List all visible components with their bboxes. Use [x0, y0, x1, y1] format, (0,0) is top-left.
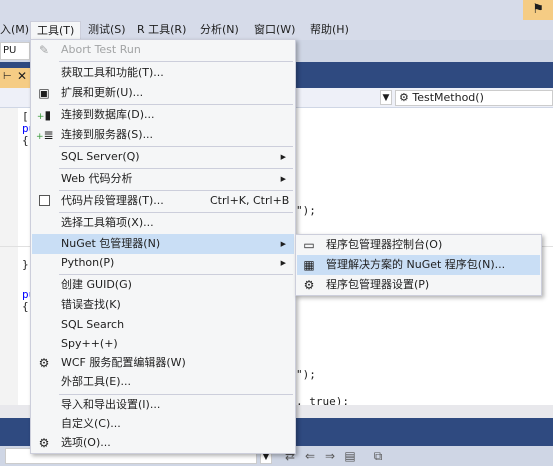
menu-item-label: 外部工具(E)...	[61, 375, 132, 388]
clear-all-icon[interactable]: ▤	[342, 447, 358, 465]
menu-item-label: Python(P)	[61, 256, 115, 269]
menu-item-label: Spy++(+)	[61, 337, 118, 350]
menu-item-shortcut: Ctrl+K, Ctrl+B	[210, 194, 290, 207]
menu-item-wcf-config-editor[interactable]: ⚙ WCF 服务配置编辑器(W)	[32, 353, 294, 373]
console-icon: ▭	[303, 238, 315, 252]
platform-combo[interactable]: PU	[0, 42, 30, 60]
menu-item-options[interactable]: ⚙ 选项(O)...	[32, 433, 294, 453]
word-wrap-icon[interactable]: ⧉	[370, 447, 386, 465]
member-dropdown-label: TestMethod()	[412, 91, 484, 104]
menu-item-label: SQL Search	[61, 318, 125, 331]
menu-item-snippet-manager[interactable]: 代码片段管理器(T)... Ctrl+K, Ctrl+B	[32, 191, 294, 211]
menu-window[interactable]: 窗口(W)	[248, 21, 301, 39]
code-line: ");	[296, 204, 316, 217]
wcf-gear-icon: ⚙	[38, 356, 50, 370]
menu-item-choose-toolbox-items[interactable]: 选择工具箱项(X)...	[32, 213, 294, 233]
submenu-arrow-icon: ▶	[280, 153, 286, 161]
package-icon: ▦	[303, 258, 315, 272]
menu-item-create-guid[interactable]: 创建 GUID(G)	[32, 275, 294, 295]
menu-item-python[interactable]: Python(P) ▶	[32, 253, 294, 273]
code-line: {	[22, 300, 29, 313]
menu-r-tools[interactable]: R 工具(R)	[131, 21, 192, 39]
submenu-item-label: 管理解决方案的 NuGet 程序包(N)...	[326, 258, 506, 271]
close-icon[interactable]: ✕	[17, 69, 27, 83]
menu-item-label: NuGet 包管理器(N)	[61, 237, 161, 250]
menu-item-label: Abort Test Run	[61, 43, 141, 56]
code-line: ");	[296, 368, 316, 381]
menu-help[interactable]: 帮助(H)	[304, 21, 355, 39]
editor-gutter	[0, 108, 18, 418]
active-document-tab[interactable]: ⊢ ✕	[0, 68, 32, 88]
menu-item-web-code-analysis[interactable]: Web 代码分析 ▶	[32, 169, 294, 189]
member-dropdown[interactable]: ⚙ TestMethod()	[395, 90, 553, 106]
submenu-item-manage-nuget-packages[interactable]: ▦ 管理解决方案的 NuGet 程序包(N)...	[297, 255, 540, 275]
submenu-item-label: 程序包管理器控制台(O)	[326, 238, 443, 251]
previous-message-icon[interactable]: ⇐	[302, 447, 318, 465]
flag-icon[interactable]: ⚑	[532, 2, 544, 17]
submenu-item-label: 程序包管理器设置(P)	[326, 278, 430, 291]
pin-icon[interactable]: ⊢	[3, 71, 12, 82]
submenu-arrow-icon: ▶	[280, 259, 286, 267]
menu-item-spy[interactable]: Spy++(+)	[32, 334, 294, 354]
nuget-submenu: ▭ 程序包管理器控制台(O) ▦ 管理解决方案的 NuGet 程序包(N)...…	[295, 234, 542, 296]
menu-tools[interactable]: 工具(T)	[30, 21, 82, 39]
menu-item-label: 连接到服务器(S)...	[61, 128, 154, 141]
menu-item-customize[interactable]: 自定义(C)...	[32, 414, 294, 434]
menu-analyze[interactable]: 分析(N)	[194, 21, 245, 39]
extensions-icon: ▣	[38, 86, 50, 100]
menu-item-sql-search[interactable]: SQL Search	[32, 315, 294, 335]
menu-item-label: Web 代码分析	[61, 172, 133, 185]
menu-item-label: 选择工具箱项(X)...	[61, 216, 154, 229]
menu-separator	[59, 61, 293, 62]
next-message-icon[interactable]: ⇒	[322, 447, 338, 465]
submenu-arrow-icon: ▶	[280, 175, 286, 183]
settings-gear-icon: ⚙	[303, 278, 315, 292]
menu-item-label: 自定义(C)...	[61, 417, 121, 430]
menu-item-label: WCF 服务配置编辑器(W)	[61, 356, 186, 369]
method-icon: ⚙	[399, 91, 409, 104]
menu-item-connect-database[interactable]: +▮ 连接到数据库(D)...	[32, 105, 294, 125]
menu-item-abort-test-run[interactable]: ✎ Abort Test Run	[32, 40, 294, 60]
menu-item-error-lookup[interactable]: 错误查找(K)	[32, 295, 294, 315]
menu-item-label: 创建 GUID(G)	[61, 278, 132, 291]
menu-test[interactable]: 测试(S)	[82, 21, 132, 39]
menu-item-label: 代码片段管理器(T)...	[61, 194, 164, 207]
menu-item-label: 获取工具和功能(T)...	[61, 66, 164, 79]
submenu-arrow-icon: ▶	[280, 240, 286, 248]
menu-item-import-export-settings[interactable]: 导入和导出设置(I)...	[32, 395, 294, 415]
menu-item-label: 连接到数据库(D)...	[61, 108, 155, 121]
menu-item-label: 扩展和更新(U)...	[61, 86, 144, 99]
menu-item-label: 错误查找(K)	[61, 298, 121, 311]
database-connect-icon: +▮	[36, 108, 52, 122]
code-line: {	[22, 134, 29, 147]
submenu-item-package-manager-console[interactable]: ▭ 程序包管理器控制台(O)	[297, 235, 540, 255]
checkbox-icon	[36, 193, 52, 209]
options-gear-icon: ⚙	[38, 436, 50, 450]
menu-item-get-tools[interactable]: 获取工具和功能(T)...	[32, 63, 294, 83]
abort-icon: ✎	[38, 43, 50, 57]
menu-item-external-tools[interactable]: 外部工具(E)...	[32, 372, 294, 392]
menu-item-connect-server[interactable]: +≣ 连接到服务器(S)...	[32, 125, 294, 145]
menu-item-label: SQL Server(Q)	[61, 150, 140, 163]
tools-menu: ✎ Abort Test Run 获取工具和功能(T)... ▣ 扩展和更新(U…	[30, 39, 296, 454]
menu-item-label: 导入和导出设置(I)...	[61, 398, 161, 411]
type-dropdown-arrow[interactable]: ▼	[380, 90, 392, 105]
server-connect-icon: +≣	[36, 128, 54, 142]
submenu-item-package-manager-settings[interactable]: ⚙ 程序包管理器设置(P)	[297, 275, 540, 295]
notification-area[interactable]: ⚑	[523, 0, 553, 20]
menu-item-label: 选项(O)...	[61, 436, 111, 449]
menu-item-extensions[interactable]: ▣ 扩展和更新(U)...	[32, 83, 294, 103]
menu-item-nuget-package-manager[interactable]: NuGet 包管理器(N) ▶	[32, 234, 294, 254]
menu-item-sql-server[interactable]: SQL Server(Q) ▶	[32, 147, 294, 167]
code-line: }	[22, 258, 29, 271]
menu-bar: 入(M) 工具(T) 测试(S) R 工具(R) 分析(N) 窗口(W) 帮助(…	[0, 0, 553, 40]
